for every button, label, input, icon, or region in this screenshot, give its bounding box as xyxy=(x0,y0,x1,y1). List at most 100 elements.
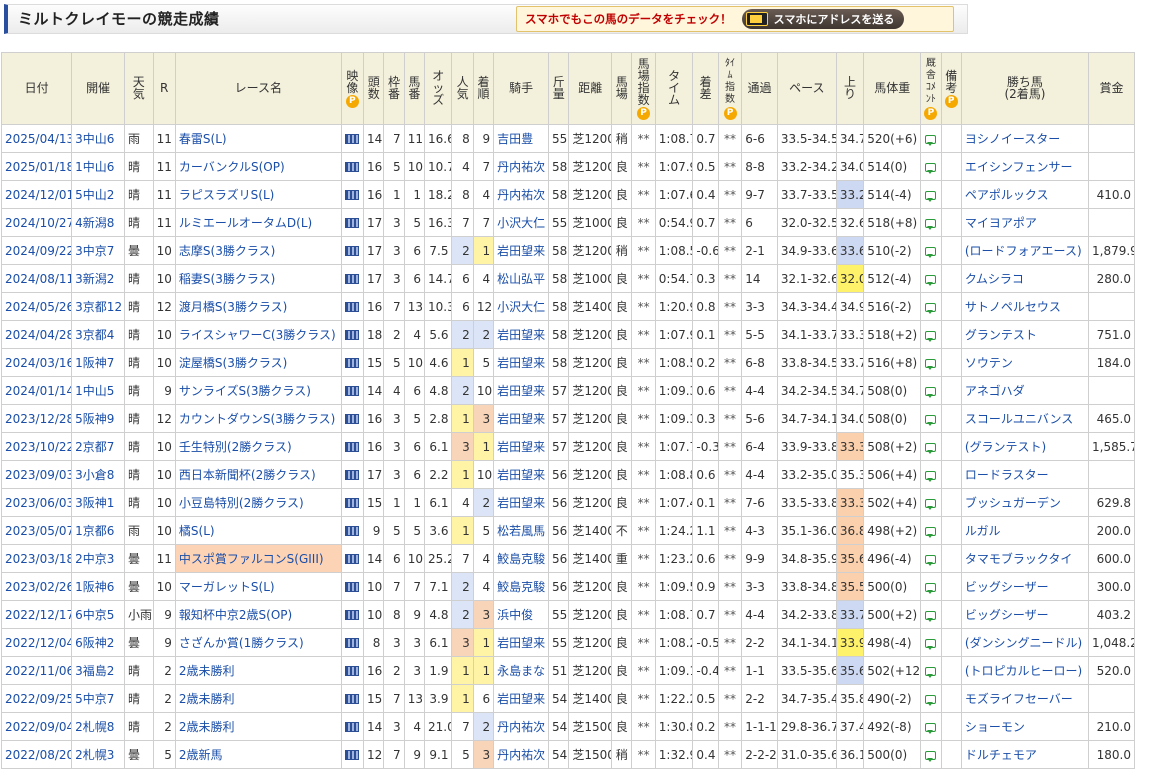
race-date-link[interactable]: 2022/08/20 xyxy=(0,740,73,769)
winner-link[interactable]: アネゴハダ xyxy=(960,376,1090,405)
winner-link[interactable]: ショーモン xyxy=(960,712,1090,741)
race-date-link[interactable]: 2022/09/25 xyxy=(0,684,73,713)
winner-link[interactable]: ビッグシーザー xyxy=(960,572,1090,601)
winner-link[interactable]: クムシラコ xyxy=(960,264,1090,293)
race-name-link[interactable]: 淀屋橋S(3勝クラス) xyxy=(174,348,342,377)
comment-icon[interactable] xyxy=(925,134,937,146)
race-date-link[interactable]: 2024/04/28 xyxy=(0,320,73,349)
race-name-link[interactable]: 2歳未勝利 xyxy=(174,656,342,685)
video-icon[interactable] xyxy=(345,302,360,312)
race-date-link[interactable]: 2024/05/26 xyxy=(0,292,73,321)
video-icon[interactable] xyxy=(345,582,360,592)
race-name-link[interactable]: マーガレットS(L) xyxy=(174,572,342,601)
video-icon[interactable] xyxy=(345,330,360,340)
race-date-link[interactable]: 2022/12/04 xyxy=(0,628,73,657)
winner-link[interactable]: ヨシノイースター xyxy=(960,124,1090,153)
venue-link[interactable]: 1中山6 xyxy=(71,152,126,181)
jockey-link[interactable]: 岩田望来 xyxy=(493,432,550,461)
venue-link[interactable]: 3中山6 xyxy=(71,124,126,153)
winner-link[interactable]: ソウテン xyxy=(960,348,1090,377)
comment-icon[interactable] xyxy=(925,190,937,202)
race-name-link[interactable]: ライスシャワーC(3勝クラス) xyxy=(174,320,342,349)
jockey-link[interactable]: 岩田望来 xyxy=(493,488,550,517)
venue-link[interactable]: 4新潟8 xyxy=(71,208,126,237)
comment-icon[interactable] xyxy=(925,358,937,370)
winner-link[interactable]: ドルチェモア xyxy=(960,740,1090,769)
jockey-link[interactable]: 松若風馬 xyxy=(493,516,550,545)
race-name-link[interactable]: さざんか賞(1勝クラス) xyxy=(174,628,342,657)
jockey-link[interactable]: 岩田望来 xyxy=(493,684,550,713)
video-icon[interactable] xyxy=(345,498,360,508)
winner-link[interactable]: ビッグシーザー xyxy=(960,600,1090,629)
winner-link[interactable]: (ダンシングニードル) xyxy=(960,628,1090,657)
video-icon[interactable] xyxy=(345,750,360,760)
winner-link[interactable]: ロードラスター xyxy=(960,460,1090,489)
video-icon[interactable] xyxy=(345,610,360,620)
race-date-link[interactable]: 2023/03/18 xyxy=(0,544,73,573)
jockey-link[interactable]: 岩田望来 xyxy=(493,348,550,377)
winner-link[interactable]: (トロピカルヒーロー) xyxy=(960,656,1090,685)
video-icon[interactable] xyxy=(345,358,360,368)
race-date-link[interactable]: 2024/08/11 xyxy=(0,264,73,293)
video-icon[interactable] xyxy=(345,190,360,200)
venue-link[interactable]: 3小倉8 xyxy=(71,460,126,489)
winner-link[interactable]: エイシンフェンサー xyxy=(960,152,1090,181)
venue-link[interactable]: 1阪神6 xyxy=(71,572,126,601)
race-date-link[interactable]: 2022/11/06 xyxy=(0,656,73,685)
winner-link[interactable]: サトノペルセウス xyxy=(960,292,1090,321)
jockey-link[interactable]: 鮫島克駿 xyxy=(493,544,550,573)
race-date-link[interactable]: 2024/03/16 xyxy=(0,348,73,377)
comment-icon[interactable] xyxy=(925,386,937,398)
race-date-link[interactable]: 2023/02/26 xyxy=(0,572,73,601)
video-icon[interactable] xyxy=(345,246,360,256)
winner-link[interactable]: (グランテスト) xyxy=(960,432,1090,461)
race-name-link[interactable]: 西日本新聞杯(2勝クラス) xyxy=(174,460,342,489)
winner-link[interactable]: タマモブラックタイ xyxy=(960,544,1090,573)
jockey-link[interactable]: 小沢大仁 xyxy=(493,208,550,237)
venue-link[interactable]: 5中京7 xyxy=(71,684,126,713)
comment-icon[interactable] xyxy=(925,722,937,734)
race-name-link[interactable]: 志摩S(3勝クラス) xyxy=(174,236,342,265)
jockey-link[interactable]: 岩田望来 xyxy=(493,628,550,657)
send-to-phone-button[interactable]: スマホにアドレスを送る xyxy=(741,9,905,29)
jockey-link[interactable]: 岩田望来 xyxy=(493,320,550,349)
video-icon[interactable] xyxy=(345,414,360,424)
race-date-link[interactable]: 2023/06/03 xyxy=(0,488,73,517)
video-icon[interactable] xyxy=(345,638,360,648)
race-date-link[interactable]: 2023/12/28 xyxy=(0,404,73,433)
race-name-link[interactable]: 稲妻S(3勝クラス) xyxy=(174,264,342,293)
comment-icon[interactable] xyxy=(925,750,937,762)
race-name-link[interactable]: 小豆島特別(2勝クラス) xyxy=(174,488,342,517)
comment-icon[interactable] xyxy=(925,694,937,706)
comment-icon[interactable] xyxy=(925,666,937,678)
jockey-link[interactable]: 永島まな xyxy=(493,656,550,685)
video-icon[interactable] xyxy=(345,386,360,396)
venue-link[interactable]: 6中京5 xyxy=(71,600,126,629)
race-date-link[interactable]: 2024/09/22 xyxy=(0,236,73,265)
race-name-link[interactable]: 2歳未勝利 xyxy=(174,684,342,713)
race-date-link[interactable]: 2023/10/22 xyxy=(0,432,73,461)
jockey-link[interactable]: 浜中俊 xyxy=(493,600,550,629)
jockey-link[interactable]: 鮫島克駿 xyxy=(493,572,550,601)
video-icon[interactable] xyxy=(345,470,360,480)
comment-icon[interactable] xyxy=(925,414,937,426)
race-date-link[interactable]: 2024/10/27 xyxy=(0,208,73,237)
race-name-link[interactable]: 春雷S(L) xyxy=(174,124,342,153)
video-icon[interactable] xyxy=(345,274,360,284)
race-date-link[interactable]: 2022/09/04 xyxy=(0,712,73,741)
winner-link[interactable]: (ロードフォアエース) xyxy=(960,236,1090,265)
venue-link[interactable]: 3新潟2 xyxy=(71,264,126,293)
comment-icon[interactable] xyxy=(925,218,937,230)
winner-link[interactable]: マイヨアポア xyxy=(960,208,1090,237)
race-name-link[interactable]: サンライズS(3勝クラス) xyxy=(174,376,342,405)
venue-link[interactable]: 5中山2 xyxy=(71,180,126,209)
video-icon[interactable] xyxy=(345,526,360,536)
jockey-link[interactable]: 岩田望来 xyxy=(493,376,550,405)
video-icon[interactable] xyxy=(345,442,360,452)
venue-link[interactable]: 3阪神1 xyxy=(71,488,126,517)
comment-icon[interactable] xyxy=(925,498,937,510)
venue-link[interactable]: 2札幌3 xyxy=(71,740,126,769)
comment-icon[interactable] xyxy=(925,554,937,566)
race-name-link[interactable]: ラピスラズリS(L) xyxy=(174,180,342,209)
winner-link[interactable]: ペアポルックス xyxy=(960,180,1090,209)
